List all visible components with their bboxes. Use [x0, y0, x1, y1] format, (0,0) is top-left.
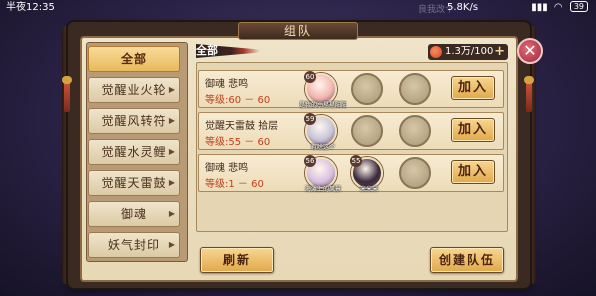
team-activity: 觉醒天雷鼓 拾层 — [205, 121, 279, 132]
member-avatar[interactable]: 60 是我的小星星阳阳 — [299, 71, 347, 109]
chevron-right-icon: ▶ — [168, 178, 176, 187]
chevron-right-icon: ▶ — [168, 116, 176, 125]
sidebar-item-5[interactable]: 御魂 ▶ — [88, 201, 180, 227]
team-row: 觉醒天雷鼓 拾层 等级:55 － 60 59 有啥这个 加入 — [198, 112, 504, 151]
team-level-range: 等级:60 － 60 — [205, 95, 271, 106]
member-name: 是我的小星星阳阳 — [299, 102, 347, 109]
sidebar-item-label: 觉醒水灵鲤 — [101, 145, 167, 159]
status-right: ▮▮▮ ◠ 39 — [528, 0, 588, 16]
sidebar-item-2[interactable]: 觉醒风转符 ▶ — [88, 108, 180, 134]
team-level-range: 等级:1 － 60 — [205, 179, 264, 190]
chevron-right-icon: ▶ — [168, 209, 176, 218]
currency-box: 1.3万/100 + — [428, 44, 508, 60]
member-name: 米米米 — [359, 186, 378, 193]
battery-icon: 39 — [569, 1, 588, 12]
member-avatar[interactable]: 55 米米米 — [350, 155, 383, 193]
signal-icon: ▮▮▮ — [531, 2, 548, 13]
member-level-badge: 55 — [350, 155, 362, 167]
tassel-left-icon — [62, 76, 72, 112]
status-bar: 半夜12:35 良我改个 5.8K/s ▮▮▮ ◠ 39 — [0, 0, 596, 16]
member-name: 海滩上的风景 — [304, 186, 341, 193]
create-team-button[interactable]: 创建队伍 — [430, 247, 504, 273]
sidebar-item-4[interactable]: 觉醒天雷鼓 ▶ — [88, 170, 180, 196]
team-level-range: 等级:55 － 60 — [205, 137, 271, 148]
member-level-badge: 56 — [304, 155, 316, 167]
status-time: 半夜12:35 — [6, 2, 55, 13]
sidebar-item-3[interactable]: 觉醒水灵鲤 ▶ — [88, 139, 180, 165]
team-row: 御魂 悲鸣等级:1 － 60 56 海滩上的风景 55 米米米 加入 — [198, 154, 504, 193]
empty-member-slot — [351, 115, 383, 147]
window-title: 组队 — [238, 22, 358, 40]
coin-icon — [430, 46, 442, 58]
sidebar-item-label: 觉醒业火轮 — [101, 83, 167, 97]
wifi-icon: ◠ — [553, 2, 563, 13]
tassel-right-icon — [524, 76, 534, 112]
team-row: 御魂 悲鸣等级:60 － 60 60 是我的小星星阳阳 加入 — [198, 70, 504, 109]
empty-member-slot — [399, 115, 431, 147]
join-team-button[interactable]: 加入 — [451, 160, 495, 184]
network-speed: 5.8K/s — [447, 2, 479, 13]
member-avatar[interactable]: 56 海滩上的风景 — [304, 155, 341, 193]
team-activity: 御魂 悲鸣 — [205, 79, 249, 90]
empty-member-slot — [399, 73, 431, 105]
member-level-badge: 59 — [304, 113, 316, 125]
close-button[interactable]: ✕ — [517, 38, 543, 64]
sidebar-item-0[interactable]: 全部 — [88, 46, 180, 72]
sidebar-item-6[interactable]: 妖气封印 ▶ — [88, 232, 180, 258]
member-name: 有啥这个 — [310, 144, 335, 151]
refresh-button[interactable]: 刷新 — [200, 247, 274, 273]
sidebar-item-label: 全部 — [120, 52, 147, 66]
empty-member-slot — [399, 157, 431, 189]
member-level-badge: 60 — [304, 71, 316, 83]
sidebar-item-label: 觉醒风转符 — [101, 114, 167, 128]
join-team-button[interactable]: 加入 — [451, 76, 495, 100]
add-currency-button[interactable]: + — [494, 44, 505, 60]
team-activity: 御魂 悲鸣 — [205, 163, 249, 174]
sidebar-item-1[interactable]: 觉醒业火轮 ▶ — [88, 77, 180, 103]
empty-member-slot — [351, 73, 383, 105]
chevron-right-icon: ▶ — [168, 147, 176, 156]
sidebar-item-label: 御魂 — [120, 207, 147, 221]
sidebar-item-label: 觉醒天雷鼓 — [101, 176, 167, 190]
chevron-right-icon: ▶ — [168, 85, 176, 94]
currency-amount: 1.3万/100 — [445, 46, 494, 57]
member-avatar[interactable]: 59 有啥这个 — [304, 113, 337, 151]
filter-label: 全部 — [196, 44, 218, 57]
join-team-button[interactable]: 加入 — [451, 118, 495, 142]
sidebar-item-label: 妖气封印 — [107, 238, 160, 252]
chevron-right-icon: ▶ — [168, 240, 176, 249]
